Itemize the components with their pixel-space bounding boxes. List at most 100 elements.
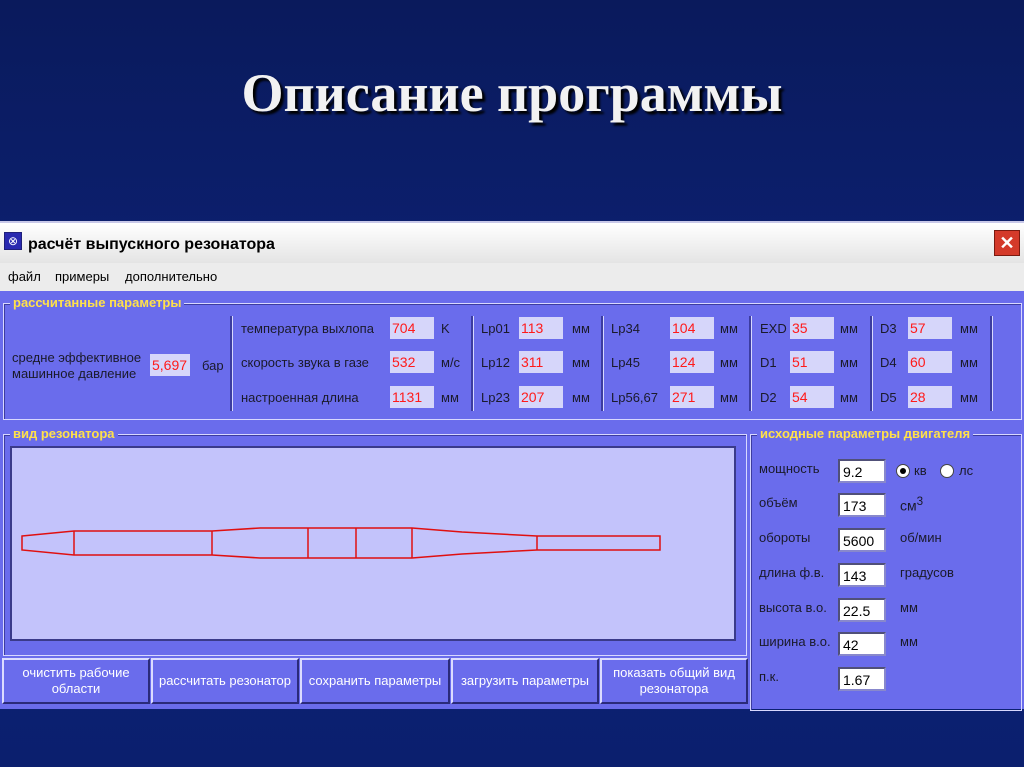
param-unit: мм — [840, 355, 858, 370]
close-button[interactable]: ✕ — [994, 230, 1020, 256]
save-params-button[interactable]: сохранить параметры — [300, 658, 450, 704]
calculated-params-title: рассчитанные параметры — [10, 295, 185, 310]
temp-label: температура выхлопа — [241, 321, 374, 336]
param-value: 35 — [790, 317, 834, 339]
param-label: D3 — [880, 321, 897, 336]
pressure-value: 5,697 — [150, 354, 190, 376]
param-value: 57 — [908, 317, 952, 339]
menu-examples[interactable]: примеры — [55, 269, 109, 284]
rpm-unit: об/мин — [900, 530, 942, 545]
param-value: 28 — [908, 386, 952, 408]
sound-speed-unit: м/с — [441, 355, 461, 370]
window-title: расчёт выпускного резонатора — [28, 236, 275, 253]
param-unit: мм — [572, 355, 590, 370]
app-window: ⊗ расчёт выпускного резонатора ✕ файл пр… — [0, 221, 1024, 711]
calculate-button[interactable]: рассчитать резонатор — [151, 658, 299, 704]
divider — [471, 316, 474, 411]
menu-file[interactable]: файл — [8, 269, 41, 284]
param-value: 271 — [670, 386, 714, 408]
power-kw-radio[interactable] — [896, 464, 910, 478]
param-value: 104 — [670, 317, 714, 339]
param-unit: мм — [572, 390, 590, 405]
param-unit: мм — [960, 390, 978, 405]
volume-unit-sup: 3 — [916, 495, 924, 508]
width-input[interactable]: 42 — [838, 632, 886, 656]
temp-unit: K — [441, 321, 450, 336]
resonator-view-group: вид резонатора — [3, 426, 747, 656]
height-unit: мм — [900, 600, 918, 615]
app-icon[interactable]: ⊗ — [4, 232, 22, 250]
param-value: 207 — [519, 386, 563, 408]
pressure-label: средне эффективное машинное давление — [12, 350, 142, 381]
height-input[interactable]: 22.5 — [838, 598, 886, 622]
rpm-input[interactable]: 5600 — [838, 528, 886, 552]
clear-button[interactable]: очистить рабочие области — [2, 658, 150, 704]
rpm-label: обороты — [759, 530, 811, 545]
sound-speed-label: скорость звука в газе — [241, 355, 369, 370]
param-unit: мм — [840, 390, 858, 405]
tuned-length-value: 1131 — [390, 386, 434, 408]
slide-title: Описание программы — [241, 63, 783, 123]
param-label: D1 — [760, 355, 777, 370]
pk-input[interactable]: 1.67 — [838, 667, 886, 691]
engine-params-title: исходные параметры двигателя — [757, 426, 974, 441]
param-unit: мм — [840, 321, 858, 336]
tuned-length-unit: мм — [441, 390, 459, 405]
param-label: Lp23 — [481, 390, 510, 405]
divider — [601, 316, 604, 411]
show-view-button[interactable]: показать общий вид резонатора — [600, 658, 748, 704]
param-label: Lp45 — [611, 355, 640, 370]
pressure-unit: бар — [202, 358, 224, 373]
resonator-outline — [21, 527, 661, 559]
param-label: Lp01 — [481, 321, 510, 336]
menu-bar: файл примеры дополнительно — [0, 263, 1024, 291]
param-label: Lp34 — [611, 321, 640, 336]
divider — [870, 316, 873, 411]
param-label: Lp12 — [481, 355, 510, 370]
resonator-canvas[interactable] — [10, 446, 736, 641]
engine-params-group: исходные параметры двигателя мощность 9.… — [750, 426, 1022, 711]
menu-additional[interactable]: дополнительно — [125, 269, 217, 284]
load-params-button[interactable]: загрузить параметры — [451, 658, 599, 704]
calculated-params-group: рассчитанные параметры средне эффективно… — [3, 295, 1022, 420]
duration-label: длина ф.в. — [759, 565, 825, 580]
param-value: 51 — [790, 351, 834, 373]
width-label: ширина в.о. — [759, 634, 831, 649]
param-value: 60 — [908, 351, 952, 373]
sound-speed-value: 532 — [390, 351, 434, 373]
volume-label: объём — [759, 495, 798, 510]
param-label: Lp56,67 — [611, 390, 658, 405]
width-unit: мм — [900, 634, 918, 649]
divider — [749, 316, 752, 411]
power-input[interactable]: 9.2 — [838, 459, 886, 483]
param-label: D4 — [880, 355, 897, 370]
param-value: 124 — [670, 351, 714, 373]
param-label: EXD — [760, 321, 787, 336]
param-unit: мм — [960, 355, 978, 370]
height-label: высота в.о. — [759, 600, 827, 615]
duration-input[interactable]: 143 — [838, 563, 886, 587]
volume-unit: см3 — [900, 495, 923, 514]
duration-unit: градусов — [900, 565, 954, 580]
power-label: мощность — [759, 461, 820, 476]
temp-value: 704 — [390, 317, 434, 339]
title-bar[interactable]: ⊗ расчёт выпускного резонатора ✕ — [0, 223, 1024, 263]
param-value: 311 — [519, 351, 563, 373]
volume-input[interactable]: 173 — [838, 493, 886, 517]
param-label: D5 — [880, 390, 897, 405]
power-hp-radio[interactable] — [940, 464, 954, 478]
divider — [990, 316, 993, 411]
power-kw-label: кв — [914, 463, 927, 478]
divider — [230, 316, 233, 411]
param-unit: мм — [572, 321, 590, 336]
param-label: D2 — [760, 390, 777, 405]
param-unit: мм — [960, 321, 978, 336]
param-unit: мм — [720, 355, 738, 370]
param-unit: мм — [720, 321, 738, 336]
resonator-view-title: вид резонатора — [10, 426, 118, 441]
param-value: 113 — [519, 317, 563, 339]
pk-label: п.к. — [759, 669, 779, 684]
power-hp-label: лс — [959, 463, 974, 478]
param-unit: мм — [720, 390, 738, 405]
volume-unit-text: см — [900, 497, 917, 514]
